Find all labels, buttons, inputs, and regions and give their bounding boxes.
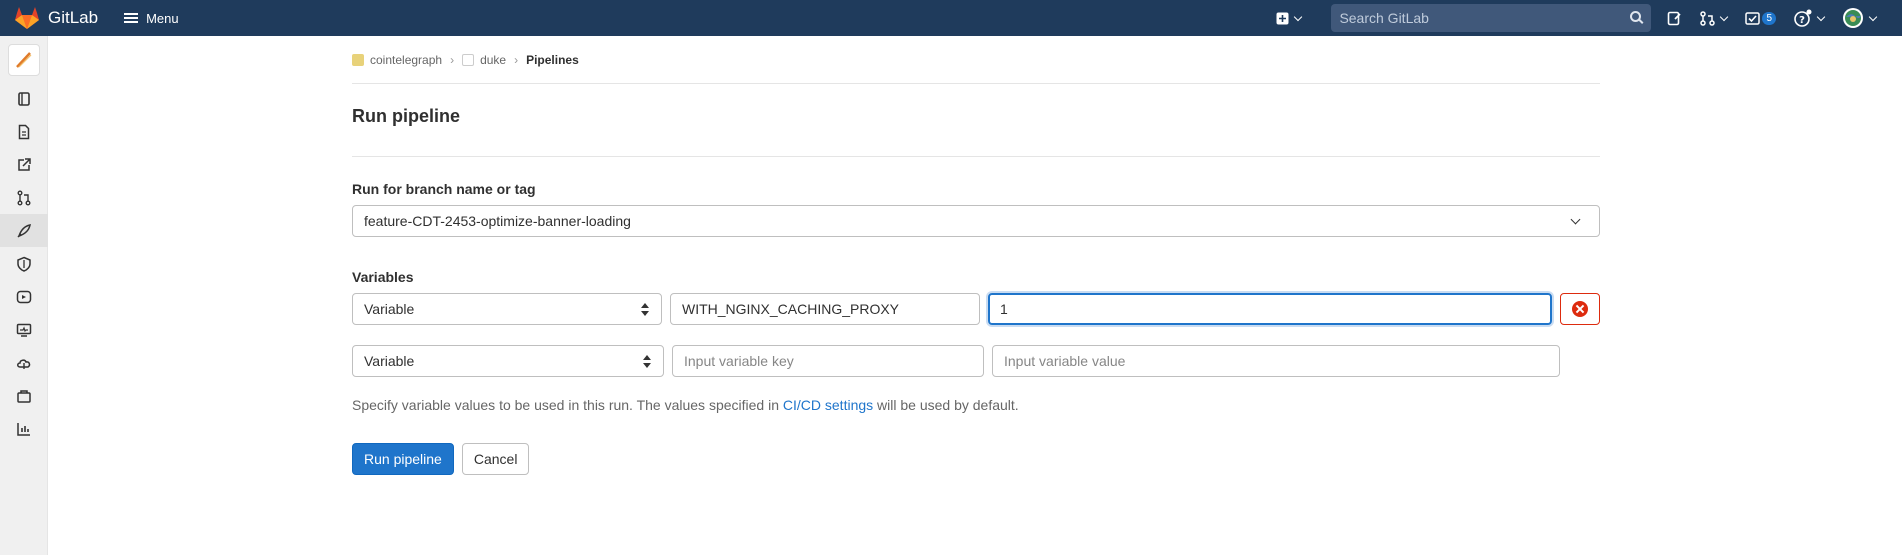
security-icon[interactable] [0,247,48,280]
chevron-right-icon: › [450,52,455,67]
chevron-down-icon [1294,12,1303,21]
group-avatar-icon [352,53,364,66]
infrastructure-icon[interactable] [0,346,48,379]
shield-icon [17,256,31,272]
variable-type-select[interactable]: Variable [352,345,664,377]
search-placeholder: Search GitLab [1339,10,1429,26]
form-actions: Run pipeline Cancel [352,443,1600,475]
variable-row: Variable WITH_NGINX_CACHING_PROXY 1 [352,293,1600,325]
new-dropdown[interactable] [1276,0,1303,36]
breadcrumb-group[interactable]: cointelegraph [352,53,442,67]
merge-requests-dropdown[interactable] [1700,0,1729,36]
variable-type-select[interactable]: Variable [352,293,662,325]
help-text-after: will be used by default. [873,397,1019,413]
bookmark-icon [18,91,30,106]
hamburger-icon [124,13,139,23]
variable-type-value: Variable [364,353,415,369]
external-link-icon[interactable] [0,148,48,181]
branch-select[interactable]: feature-CDT-2453-optimize-banner-loading [352,205,1600,237]
analytics-icon[interactable] [0,412,48,445]
variable-value-text: 1 [999,301,1008,317]
branch-label: Run for branch name or tag [352,181,536,197]
chevron-right-icon: › [514,52,519,67]
remove-variable-button[interactable] [1560,293,1600,325]
ci-cd-settings-link[interactable]: CI/CD settings [783,397,873,413]
breadcrumb-project-label: duke [480,52,507,67]
ci-cd-icon[interactable] [0,214,48,247]
variables-help-text: Specify variable values to be used in th… [352,397,1600,413]
menu-button[interactable]: Menu [124,11,179,26]
svg-text:?: ? [1799,15,1805,26]
variable-key-input[interactable]: WITH_NGINX_CACHING_PROXY [669,293,980,325]
chevron-down-icon [1570,214,1581,225]
package-icon [17,389,31,403]
gitlab-logo[interactable]: GitLab [14,0,98,36]
main-content: cointelegraph › duke › Pipelines Run pip… [352,36,1600,475]
app-name: GitLab [48,8,99,27]
todo-count-badge: 5 [1762,11,1776,25]
project-sidebar [0,36,48,555]
chevron-down-icon [1868,12,1878,21]
merge-request-icon [1700,10,1716,26]
issues-icon [1668,11,1682,25]
variable-key-placeholder: Input variable key [684,353,794,369]
project-overview-icon[interactable] [0,82,48,115]
breadcrumb-project[interactable]: duke [462,53,506,67]
search-icon [1630,11,1642,22]
packages-icon[interactable] [0,379,48,412]
branch-select-value: feature-CDT-2453-optimize-banner-loading [364,213,631,229]
breadcrumb-current[interactable]: Pipelines [526,53,579,67]
cloud-icon [17,358,31,369]
merge-icon [17,190,31,205]
sort-icon [643,354,651,370]
menu-label: Menu [146,10,179,26]
variable-value-input[interactable]: 1 [987,293,1553,325]
search-input[interactable]: Search GitLab [1331,4,1652,32]
issues-button[interactable] [1667,0,1682,36]
top-right-actions: Search GitLab 5 ? [1276,0,1902,36]
run-pipeline-button[interactable]: Run pipeline [352,443,454,475]
variable-row: Variable Input variable key Input variab… [352,345,1600,377]
variable-value-placeholder: Input variable value [1004,353,1126,369]
monitor-screen-icon [16,323,32,337]
rocket-icon [17,223,31,238]
variable-value-input[interactable]: Input variable value [992,345,1560,377]
project-avatar-icon [462,53,475,66]
todos-button[interactable]: 5 [1745,0,1776,36]
breadcrumb-group-label: cointelegraph [370,52,443,67]
breadcrumb: cointelegraph › duke › Pipelines [352,36,1600,84]
deployments-icon[interactable] [0,280,48,313]
cancel-button[interactable]: Cancel [461,443,530,475]
help-text-before: Specify variable values to be used in th… [352,397,783,413]
chevron-down-icon [1816,12,1826,21]
external-icon [18,157,31,171]
document-icon [18,124,30,139]
page-title: Run pipeline [352,106,460,126]
sort-icon [640,302,649,318]
project-logo-icon [15,52,31,68]
repository-icon[interactable] [0,115,48,148]
project-avatar[interactable] [7,44,40,76]
variable-key-value: WITH_NGINX_CACHING_PROXY [681,301,900,317]
help-dropdown[interactable]: ? [1794,0,1826,36]
user-avatar [1843,8,1863,28]
title-divider [352,156,1600,157]
close-circle-icon [1572,301,1589,317]
chart-icon [17,422,30,436]
plus-square-icon [1276,12,1289,24]
user-menu[interactable] [1842,0,1878,36]
merge-requests-icon[interactable] [0,181,48,214]
help-icon: ? [1794,9,1812,27]
variables-label: Variables [352,269,414,285]
todo-icon [1745,11,1761,25]
top-navbar: GitLab Menu Search GitLab 5 ? [0,0,1902,36]
variable-type-value: Variable [364,301,415,317]
gitlab-tanuki-icon [15,7,39,29]
chevron-down-icon [1720,12,1729,21]
variable-key-input[interactable]: Input variable key [672,345,984,377]
deploy-icon [16,290,32,303]
monitor-icon[interactable] [0,313,48,346]
